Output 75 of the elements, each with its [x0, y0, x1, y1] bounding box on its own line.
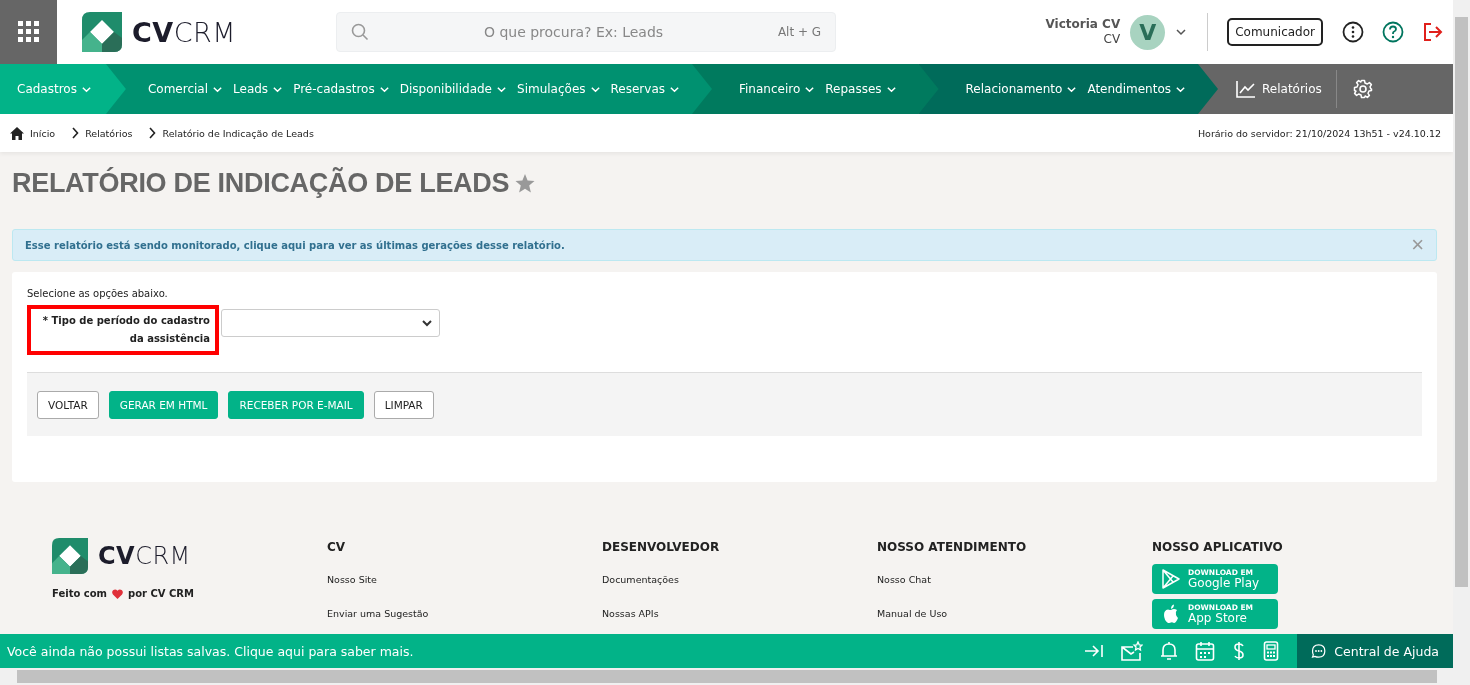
nav-menu-item[interactable]: Leads: [231, 82, 286, 96]
grid-icon: [17, 21, 40, 43]
footer-link[interactable]: Nosso Chat: [877, 574, 1152, 585]
breadcrumb-link[interactable]: Início: [30, 127, 56, 139]
horizontal-scrollbar[interactable]: [0, 668, 1470, 685]
nav-menu-item[interactable]: Relacionamento: [963, 82, 1080, 96]
page-title: RELATÓRIO DE INDICAÇÃO DE LEADS: [12, 168, 510, 199]
user-name: Victoria CV: [1045, 17, 1121, 32]
dollar-icon[interactable]: [1232, 641, 1246, 661]
nav-menu-item[interactable]: Repasses: [823, 82, 899, 96]
logo-icon: [52, 538, 88, 574]
nav-menu-item[interactable]: Simulações: [515, 82, 603, 96]
logout-icon[interactable]: [1422, 21, 1444, 43]
footer-heading: NOSSO APLICATIVO: [1152, 540, 1284, 554]
user-company: CV: [1103, 32, 1121, 47]
more-options-icon[interactable]: [1342, 21, 1364, 43]
logo-text: CVCRM: [132, 16, 237, 48]
breadcrumb-link[interactable]: Relatórios: [85, 127, 133, 139]
nav-menu-item[interactable]: Atendimentos: [1085, 82, 1188, 96]
chevron-down-icon[interactable]: [1175, 26, 1188, 38]
reports-menu-item[interactable]: Relatórios: [1234, 80, 1324, 98]
primary-button[interactable]: RECEBER POR E-MAIL: [228, 390, 364, 419]
search-input[interactable]: O que procura? Ex: Leads: [369, 23, 778, 41]
footer-link[interactable]: Documentações: [602, 574, 877, 585]
communicator-button[interactable]: Comunicador: [1227, 18, 1323, 46]
footer-link[interactable]: Enviar uma Sugestão: [327, 608, 602, 619]
calculator-icon[interactable]: [1263, 641, 1279, 661]
heart-icon: [112, 588, 123, 599]
breadcrumb-link[interactable]: Relatório de Indicação de Leads: [162, 127, 314, 139]
user-avatar[interactable]: V: [1130, 14, 1166, 50]
nav-menu-item[interactable]: Financeiro: [737, 82, 818, 96]
mail-star-icon[interactable]: [1121, 641, 1143, 661]
vertical-scrollbar[interactable]: [1453, 0, 1470, 668]
alert-message[interactable]: Esse relatório está sendo monitorado, clique aqui para ver as últimas gerações desse relatório.: [25, 239, 565, 251]
select-field[interactable]: [221, 309, 440, 337]
server-time: Horário do servidor: 21/10/2024 13h51 - v24.10.12: [1197, 127, 1441, 139]
home-icon: [10, 126, 24, 140]
shortcut-hint: Alt + G: [777, 25, 822, 39]
play-triangle-icon: [1162, 569, 1180, 589]
chat-bubble-icon: [1311, 641, 1327, 661]
nav-menu-item[interactable]: Comercial: [145, 82, 226, 96]
form-instructions: Selecione as opções abaixo.: [27, 288, 169, 299]
footer-heading: CV: [327, 540, 347, 554]
chevron-right-icon: [148, 127, 157, 139]
help-center-button[interactable]: Central de Ajuda: [1297, 634, 1453, 668]
secondary-button[interactable]: LIMPAR: [373, 390, 434, 419]
apps-menu-button[interactable]: [0, 0, 57, 64]
calendar-icon[interactable]: [1195, 641, 1215, 661]
footer-heading: DESENVOLVEDOR: [602, 540, 721, 554]
search-field[interactable]: O que procura? Ex: Leads Alt + G: [336, 12, 837, 52]
logo-text: CVCRM: [98, 542, 191, 570]
logo-icon: [82, 12, 122, 52]
footer-link[interactable]: Manual de Uso: [877, 608, 1152, 619]
tagline-text: Feito com: [52, 588, 107, 599]
chevron-down-icon: [421, 317, 433, 329]
nav-menu-item[interactable]: Pré-cadastros: [291, 82, 392, 96]
footer-link[interactable]: Nosso Site: [327, 574, 602, 585]
help-icon[interactable]: [1382, 21, 1404, 43]
primary-button[interactable]: GERAR EM HTML: [108, 390, 219, 419]
footer-heading: NOSSO ATENDIMENTO: [877, 540, 1028, 554]
saved-lists-message[interactable]: Você ainda não possui listas salvas. Clique aqui para saber mais.: [7, 643, 414, 659]
footer-link[interactable]: Nossas APIs: [602, 608, 877, 619]
secondary-button[interactable]: VOLTAR: [37, 390, 99, 419]
search-icon: [351, 23, 370, 41]
nav-menu-item[interactable]: Cadastros: [15, 82, 94, 96]
bell-icon[interactable]: [1160, 641, 1178, 661]
settings-icon[interactable]: [1352, 79, 1373, 99]
nav-menu-item[interactable]: Disponibilidade: [397, 82, 509, 96]
apple-icon: [1162, 604, 1180, 624]
chevron-right-icon: [71, 127, 80, 139]
nav-menu-item[interactable]: Reservas: [608, 82, 682, 96]
star-icon[interactable]: [515, 174, 536, 193]
tagline-text: por CV CRM: [128, 588, 194, 599]
field-label: * Tipo de período do cadastro da assistência: [27, 305, 219, 355]
line-chart-icon: [1236, 80, 1256, 98]
